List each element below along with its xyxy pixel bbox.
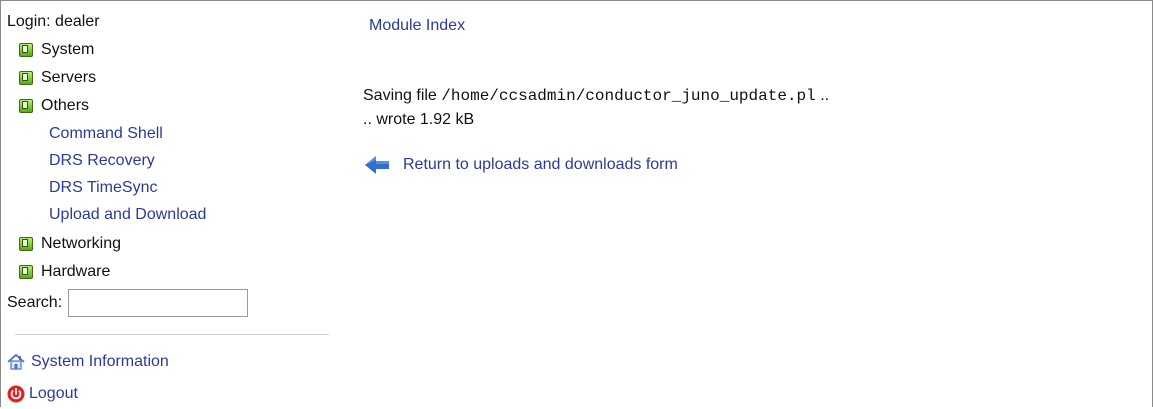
wrote-status: .. wrote 1.92 kB [363, 111, 475, 128]
menu-item-command-shell[interactable]: Command Shell [49, 125, 163, 143]
menu-item-upload-and-download[interactable]: Upload and Download [49, 206, 206, 224]
logout-label: Logout [29, 385, 78, 402]
module-index-link[interactable]: Module Index [369, 17, 465, 35]
left-menu: Login: dealer System Servers Others Comm… [7, 1, 337, 409]
return-link[interactable]: Return to uploads and downloads form [363, 153, 678, 177]
expand-box-icon [19, 99, 33, 113]
logout-link[interactable]: Logout [7, 385, 78, 403]
search-label: Search: [7, 294, 63, 311]
menu-category-networking[interactable]: Networking [19, 234, 121, 254]
return-link-label: Return to uploads and downloads form [403, 156, 678, 173]
menu-divider [15, 334, 329, 335]
search-row: Search: [7, 289, 249, 317]
menu-category-label: Hardware [41, 263, 111, 280]
menu-category-hardware[interactable]: Hardware [19, 262, 110, 282]
menu-category-label: Others [41, 97, 90, 114]
system-information-link[interactable]: System Information [7, 353, 169, 371]
menu-category-label: Servers [41, 69, 97, 86]
search-input[interactable] [68, 289, 249, 317]
menu-category-servers[interactable]: Servers [19, 68, 96, 88]
saving-prefix: Saving file [363, 87, 437, 104]
saving-status: Saving file /home/ccsadmin/conductor_jun… [363, 87, 829, 105]
back-arrow-icon [365, 156, 389, 174]
page-frame: Login: dealer System Servers Others Comm… [0, 0, 1153, 407]
expand-box-icon [19, 43, 33, 57]
menu-item-drs-timesync[interactable]: DRS TimeSync [49, 179, 157, 197]
saving-suffix: .. [820, 87, 830, 104]
menu-category-label: System [41, 41, 95, 58]
expand-box-icon [19, 237, 33, 251]
saving-file-path: /home/ccsadmin/conductor_juno_update.pl [441, 87, 816, 105]
expand-box-icon [19, 265, 33, 279]
menu-category-label: Networking [41, 235, 122, 252]
menu-item-drs-recovery[interactable]: DRS Recovery [49, 152, 155, 170]
home-icon [7, 353, 25, 370]
menu-category-system[interactable]: System [19, 40, 94, 60]
system-information-label: System Information [31, 353, 169, 370]
expand-box-icon [19, 71, 33, 85]
power-icon [7, 385, 25, 403]
login-label: Login: dealer [7, 13, 100, 30]
menu-category-others[interactable]: Others [19, 96, 89, 116]
